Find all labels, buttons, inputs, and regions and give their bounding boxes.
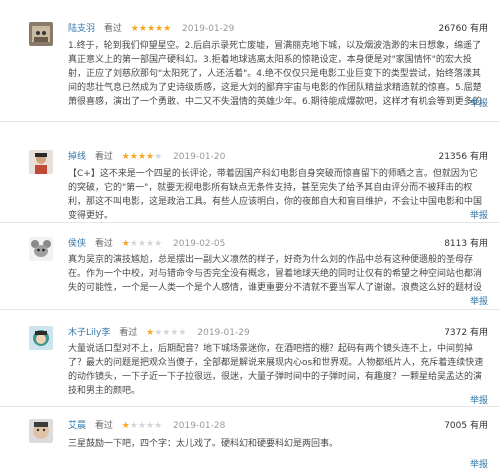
star-filled-icon: ★ xyxy=(130,24,139,34)
rating-stars: ★★★★★ xyxy=(122,239,162,249)
star-empty-icon: ★ xyxy=(137,421,147,431)
star-filled-icon: ★ xyxy=(146,24,156,34)
star-filled-icon: ★ xyxy=(146,328,155,338)
rating-stars: ★★★★★ xyxy=(122,152,162,162)
review-item: 陆支羽 看过 ★★★★★ 2019-01-29 26760 有用 1.终于，轮到… xyxy=(0,0,500,122)
star-empty-icon: ★ xyxy=(137,239,147,249)
star-filled-icon: ★ xyxy=(138,24,147,34)
watch-status: 看过 xyxy=(94,152,113,162)
vote-count: 8113 xyxy=(444,239,468,249)
star-empty-icon: ★ xyxy=(154,239,163,249)
star-empty-icon: ★ xyxy=(129,421,138,431)
rating-stars: ★★★★★ xyxy=(131,24,171,34)
review-item: 掉线 看过 ★★★★★ 2019-01-20 21356 有用 【C+】这不来是… xyxy=(0,122,500,223)
star-filled-icon: ★ xyxy=(129,152,138,162)
star-filled-icon: ★ xyxy=(146,152,155,162)
vote-label: 有用 xyxy=(469,152,488,162)
star-filled-icon: ★ xyxy=(121,421,130,431)
star-filled-icon: ★ xyxy=(155,24,164,34)
useful-vote-count[interactable]: 7372 有用 xyxy=(444,326,488,340)
review-date: 2019-02-05 xyxy=(173,239,226,249)
cat-avatar-icon[interactable] xyxy=(29,22,53,46)
vote-count: 21356 xyxy=(438,152,468,162)
review-text: 三星鼓励一下吧，四个字：太儿戏了。硬科幻和硬要科幻是两回事。 xyxy=(68,439,339,449)
star-filled-icon: ★ xyxy=(163,24,172,34)
review-date: 2019-01-28 xyxy=(173,421,226,431)
report-link[interactable]: 举报 xyxy=(470,208,488,221)
review-meta: 侯侠 看过 ★★★★★ 2019-02-05 8113 有用 xyxy=(68,237,488,251)
review-meta: 木子Lily李 看过 ★★★★★ 2019-01-29 7372 有用 xyxy=(68,326,488,340)
review-text: 真为吴京的演技尴尬，总是摆出一副大义凛然的样子，好奇为什么刘的作品中总有这种便遗… xyxy=(68,255,483,293)
star-filled-icon: ★ xyxy=(137,152,147,162)
vote-count: 7005 xyxy=(444,421,468,431)
star-filled-icon: ★ xyxy=(121,152,130,162)
review-text: 大量说话口型对不上，后期配音？地下城场景迷你，在酒吧搭的棚？起码有两个镜头连不上… xyxy=(68,344,484,396)
review-item: 侯侠 看过 ★★★★★ 2019-02-05 8113 有用 真为吴京的演技尴尬… xyxy=(0,223,500,310)
rating-stars: ★★★★★ xyxy=(146,328,186,338)
useful-vote-count[interactable]: 26760 有用 xyxy=(438,22,488,36)
review-meta: 艾晨 看过 ★★★★★ 2019-01-28 7005 有用 xyxy=(68,419,488,433)
user-name-link[interactable]: 侯侠 xyxy=(68,239,86,249)
rating-stars: ★★★★★ xyxy=(122,421,162,431)
review-text: 【C+】这不来是一个四星的长评论，带着因国产科幻电影自身突破而惊喜留下的师晒之言… xyxy=(68,169,483,221)
report-link[interactable]: 举报 xyxy=(470,457,488,470)
star-empty-icon: ★ xyxy=(154,152,163,162)
vote-label: 有用 xyxy=(469,421,488,431)
star-empty-icon: ★ xyxy=(129,239,138,249)
review-date: 2019-01-20 xyxy=(173,152,226,162)
face-avatar-icon[interactable] xyxy=(29,419,53,443)
watch-status: 看过 xyxy=(103,24,122,34)
useful-vote-count[interactable]: 21356 有用 xyxy=(438,150,488,164)
mouse-avatar-icon[interactable] xyxy=(29,237,53,261)
star-empty-icon: ★ xyxy=(146,421,155,431)
vote-label: 有用 xyxy=(469,239,488,249)
watch-status: 看过 xyxy=(94,421,113,431)
star-filled-icon: ★ xyxy=(121,239,130,249)
review-list: 陆支羽 看过 ★★★★★ 2019-01-29 26760 有用 1.终于，轮到… xyxy=(0,0,500,472)
watch-status: 看过 xyxy=(119,328,138,338)
useful-vote-count[interactable]: 8113 有用 xyxy=(444,237,488,251)
user-name-link[interactable]: 陆支羽 xyxy=(68,24,95,34)
star-empty-icon: ★ xyxy=(146,239,155,249)
review-date: 2019-01-29 xyxy=(182,24,235,34)
vote-count: 7372 xyxy=(444,328,468,338)
person-avatar-icon[interactable] xyxy=(29,150,53,174)
review-meta: 掉线 看过 ★★★★★ 2019-01-20 21356 有用 xyxy=(68,150,488,164)
user-name-link[interactable]: 掉线 xyxy=(68,152,86,162)
star-empty-icon: ★ xyxy=(154,421,163,431)
star-empty-icon: ★ xyxy=(178,328,187,338)
useful-vote-count[interactable]: 7005 有用 xyxy=(444,419,488,433)
vote-count: 26760 xyxy=(438,24,468,34)
review-item: 木子Lily李 看过 ★★★★★ 2019-01-29 7372 有用 大量说话… xyxy=(0,310,500,407)
watch-status: 看过 xyxy=(94,239,113,249)
vote-label: 有用 xyxy=(469,328,488,338)
report-link[interactable]: 举报 xyxy=(470,393,488,406)
vote-label: 有用 xyxy=(469,24,488,34)
girl-avatar-icon[interactable] xyxy=(29,326,53,350)
report-link[interactable]: 举报 xyxy=(470,294,488,307)
review-meta: 陆支羽 看过 ★★★★★ 2019-01-29 26760 有用 xyxy=(68,22,488,36)
user-name-link[interactable]: 木子Lily李 xyxy=(68,328,110,338)
user-name-link[interactable]: 艾晨 xyxy=(68,421,86,431)
report-link[interactable]: 举报 xyxy=(470,96,488,109)
review-item: 艾晨 看过 ★★★★★ 2019-01-28 7005 有用 三星鼓励一下吧，四… xyxy=(0,407,500,472)
review-text: 1.终于，轮到我们仰望星空。2.后启示录死亡废墟，冒满丽克地下城，以及烟波浩渺的… xyxy=(68,41,482,107)
review-date: 2019-01-29 xyxy=(197,328,250,338)
